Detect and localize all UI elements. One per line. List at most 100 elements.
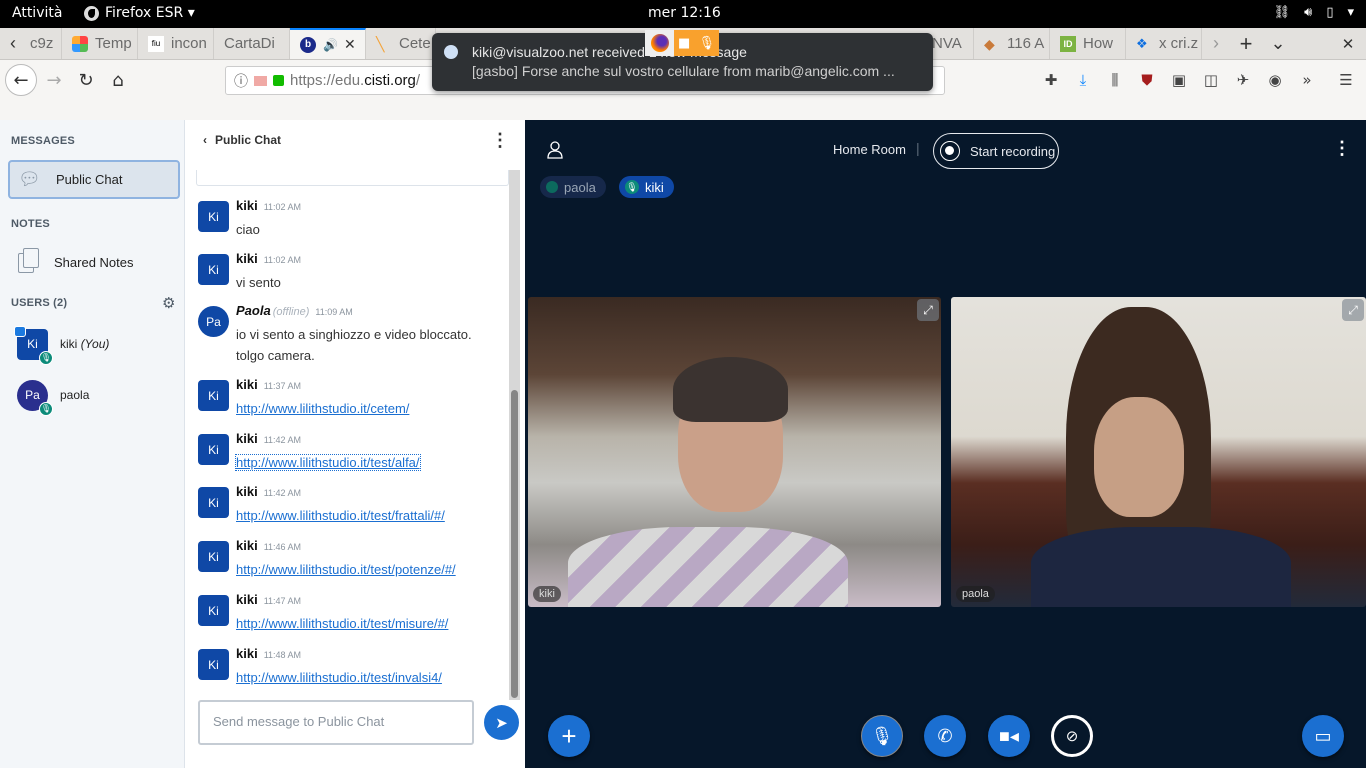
close-window-button[interactable]: ✕	[1334, 28, 1362, 59]
restore-presentation-button[interactable]: ▭	[1302, 715, 1344, 757]
library-icon[interactable]: ⫼	[1105, 70, 1125, 90]
tabs-scroll-right-button[interactable]: ›	[1204, 28, 1228, 59]
video-tile-paola[interactable]: paola ⤢	[951, 297, 1366, 607]
avatar: Ki	[198, 380, 229, 411]
message-time: 11:02 AM	[263, 255, 302, 265]
chat-panel: ‹ Public Chat ⋮ Ki kiki 11:02 AM ciao Ki k…	[185, 120, 525, 768]
user-item-kiki[interactable]: Ki 🎙︎ kiki (You)	[8, 322, 180, 366]
hide-chat-button[interactable]: ‹ Public Chat	[203, 133, 281, 147]
battery-icon: ▯	[1326, 5, 1334, 20]
new-tab-button[interactable]: +	[1232, 28, 1260, 59]
pen-icon: ╲	[376, 35, 385, 52]
download-icon[interactable]: ⤓	[1073, 70, 1093, 90]
tab-title: 116 A	[1007, 35, 1045, 52]
message-link[interactable]: http://www.lilithstudio.it/test/misure/#…	[236, 616, 448, 631]
home-button[interactable]: ⌂	[104, 66, 132, 94]
tab[interactable]: fiu incon	[138, 28, 214, 59]
actions-button[interactable]: +	[548, 715, 590, 757]
phone-icon: ✆	[937, 725, 953, 746]
talking-indicator-kiki[interactable]: 🎙︎ kiki	[619, 176, 674, 198]
start-recording-button[interactable]: Start recording	[933, 133, 1059, 169]
message-link[interactable]: http://www.lilithstudio.it/test/frattali…	[236, 508, 445, 523]
chat-message-input[interactable]: Send message to Public Chat	[198, 700, 474, 745]
user-item-paola[interactable]: Pa 🎙︎ paola	[8, 373, 180, 417]
tab-title: CartaDi	[224, 35, 275, 52]
message-time: 11:37 AM	[263, 381, 302, 391]
lock-icon[interactable]	[273, 75, 284, 86]
list-all-tabs-button[interactable]: ⌄	[1264, 28, 1292, 59]
user-list-toggle-icon[interactable]	[545, 140, 565, 160]
camera-permission-icon[interactable]	[254, 75, 267, 86]
screenshare-off-icon: ⊘	[1065, 728, 1079, 745]
message-link[interactable]: http://www.lilithstudio.it/cetem/	[236, 401, 409, 416]
avatar: Ki 🎙︎	[14, 325, 53, 365]
info-icon[interactable]: ⓘ	[234, 71, 248, 91]
reload-button[interactable]: ↻	[72, 66, 100, 94]
extensions-icon[interactable]: ✚	[1041, 70, 1061, 90]
avatar: Ki	[198, 254, 229, 285]
media-area: Home Room | Start recording ⋮ paola 🎙︎ k…	[525, 120, 1366, 768]
video-tile-kiki[interactable]: kiki ⤢	[528, 297, 941, 607]
user-name: kiki (You)	[60, 337, 110, 351]
chat-options-icon[interactable]: ⋮	[491, 130, 509, 151]
fullscreen-icon[interactable]: ⤢	[917, 299, 939, 321]
gear-icon[interactable]: ⚙	[162, 294, 175, 312]
firefox-icon	[84, 5, 99, 21]
sidebar-icon[interactable]: ◫	[1201, 70, 1221, 90]
tab[interactable]: Temp	[62, 28, 138, 59]
activities-button[interactable]: Attività	[12, 5, 62, 21]
tab[interactable]: ◆ 116 A	[974, 28, 1050, 59]
message-text: http://www.lilithstudio.it/cetem/	[236, 398, 409, 419]
sharing-indicator[interactable]: ■ 🎙︎	[645, 30, 719, 56]
shared-notes-item[interactable]: Shared Notes	[8, 244, 180, 280]
send-button[interactable]: ➤	[484, 705, 519, 740]
tab[interactable]: ID How	[1050, 28, 1126, 59]
chat-icon: 💬︎	[18, 169, 41, 189]
overflow-icon[interactable]: »	[1297, 70, 1317, 90]
system-tray[interactable]: ⛓ 🔊︎ ▯ ▾	[1274, 5, 1354, 20]
firefox-icon	[645, 30, 674, 56]
microphone-icon: 🎙︎	[698, 35, 715, 51]
tab-title: How	[1083, 35, 1114, 52]
mail-icon	[444, 45, 458, 59]
account-icon[interactable]: ◉	[1265, 70, 1285, 90]
app-menu[interactable]: Firefox ESR ▾	[84, 5, 195, 21]
tab-audio-icon[interactable]: 🔊	[323, 38, 338, 52]
tab[interactable]: ╲ Cete	[366, 28, 436, 59]
joomla-icon	[72, 35, 88, 52]
message-link[interactable]: http://www.lilithstudio.it/test/invalsi4…	[236, 670, 442, 685]
camera-icon: ■	[678, 35, 691, 51]
offline-status: (offline)	[272, 306, 310, 318]
menu-icon[interactable]: ☰	[1336, 70, 1356, 90]
presenter-icon	[14, 325, 26, 337]
tabs-scroll-left-button[interactable]: ‹	[0, 28, 26, 59]
tab[interactable]: CartaDi	[214, 28, 290, 59]
leave-audio-button[interactable]: ✆	[924, 715, 966, 757]
public-chat-item[interactable]: 💬︎ Public Chat	[8, 160, 180, 199]
message-time: 11:09 AM	[315, 307, 353, 317]
chat-scrollbar-thumb[interactable]	[511, 390, 518, 698]
network-icon: ⛓	[1273, 5, 1291, 20]
tab[interactable]: c9z	[26, 28, 62, 59]
options-menu-icon[interactable]: ⋮	[1333, 138, 1351, 159]
back-button[interactable]: ←	[5, 64, 37, 96]
talking-indicator-paola[interactable]: paola	[540, 176, 606, 198]
message-link[interactable]: http://www.lilithstudio.it/test/alfa/	[235, 454, 421, 471]
message-link[interactable]: http://www.lilithstudio.it/test/potenze/…	[236, 562, 456, 577]
tab-active[interactable]: b 🔊 ✕	[290, 28, 366, 59]
tab-close-button[interactable]: ✕	[344, 36, 356, 53]
dog-extension-icon[interactable]: ✈	[1233, 70, 1253, 90]
tab[interactable]: ❖ x cri.z	[1126, 28, 1202, 59]
clock[interactable]: mer 12:16	[648, 5, 721, 21]
mute-button[interactable]: 🎙︎	[861, 715, 903, 757]
avatar: Pa 🎙︎	[17, 379, 53, 416]
ublock-icon[interactable]: ⛊	[1137, 70, 1157, 90]
messages-section-title: MESSAGES	[11, 135, 75, 147]
s-extension-icon[interactable]: ▣	[1169, 70, 1189, 90]
fullscreen-icon[interactable]: ⤢	[1342, 299, 1364, 321]
share-webcam-button[interactable]: ■◂	[988, 715, 1030, 757]
microphone-icon: 🎙︎	[625, 180, 639, 194]
share-screen-button[interactable]: ⊘	[1051, 715, 1093, 757]
chevron-left-icon: ‹	[203, 133, 207, 147]
forward-button[interactable]: →	[40, 66, 68, 94]
